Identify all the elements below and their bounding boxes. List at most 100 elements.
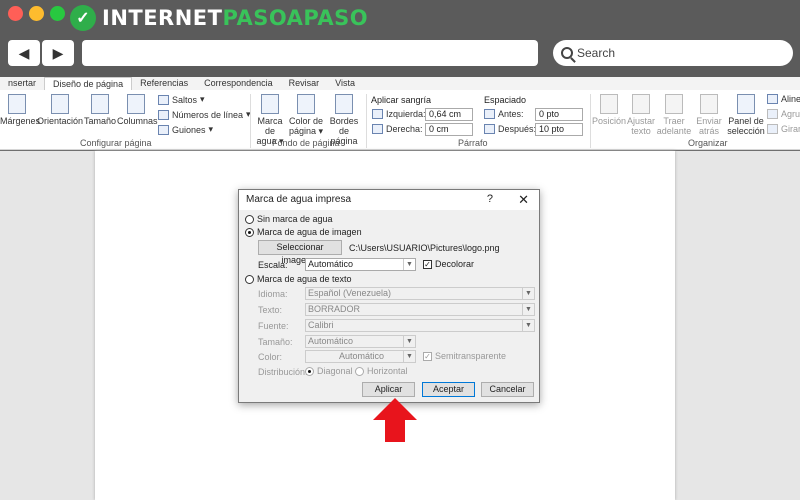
color-pagina-button[interactable]: Color de página ▾ xyxy=(288,94,324,136)
chevron-down-icon: ▼ xyxy=(403,351,415,362)
site-logo[interactable]: ✓ INTERNETPASOAPASO xyxy=(70,4,368,32)
tab-insertar[interactable]: nsertar xyxy=(0,77,44,90)
language-label: Idioma: xyxy=(258,289,288,299)
chevron-down-icon: ▼ xyxy=(403,259,415,270)
decolor-checkbox[interactable]: ✓ Decolorar xyxy=(423,259,474,269)
tab-correspondencia[interactable]: Correspondencia xyxy=(196,77,281,90)
logo-text-right: PASOAPASO xyxy=(222,6,369,30)
tab-vista[interactable]: Vista xyxy=(327,77,363,90)
window-controls xyxy=(8,6,65,21)
search-bar[interactable]: Search xyxy=(553,40,793,66)
indent-right-label: Derecha: xyxy=(372,124,423,134)
browser-toolbar: ✓ INTERNETPASOAPASO ◀ ▶ Search xyxy=(0,0,800,77)
red-arrow-up-icon xyxy=(373,398,417,442)
arrow-left-icon: ◀ xyxy=(18,44,30,61)
maximize-window-button[interactable] xyxy=(50,6,65,21)
language-select[interactable]: Español (Venezuela) ▼ xyxy=(305,287,535,300)
tamano-button[interactable]: Tamaño xyxy=(84,94,116,126)
ribbon-tabs: nsertar Diseño de página Referencias Cor… xyxy=(0,77,800,90)
watermark-icon xyxy=(261,94,279,114)
agrupar-button[interactable]: Agrup xyxy=(767,109,800,119)
group-configurar-pagina: Configurar página xyxy=(80,138,152,148)
scale-select[interactable]: Automático ▼ xyxy=(305,258,416,271)
font-select[interactable]: Calibri ▼ xyxy=(305,319,535,332)
ajustar-texto-button[interactable]: Ajustar texto xyxy=(626,94,656,136)
logo-icon: ✓ xyxy=(70,5,96,31)
page-color-icon xyxy=(297,94,315,114)
ribbon-panel: Márgenes Orientación Tamaño Columnas Sal… xyxy=(0,90,800,150)
indent-left-input[interactable]: 0,64 cm xyxy=(425,108,473,121)
size-icon xyxy=(91,94,109,114)
dialog-title: Marca de agua impresa xyxy=(239,190,539,210)
spacing-after-label: Después: xyxy=(484,124,536,134)
panel-seleccion-button[interactable]: Panel de selección xyxy=(727,94,765,136)
watermark-dialog: Marca de agua impresa ? ✕ Sin marca de a… xyxy=(238,189,540,403)
orientacion-button[interactable]: Orientación xyxy=(37,94,83,126)
alinear-button[interactable]: Aline xyxy=(767,94,800,104)
align-icon xyxy=(767,94,778,104)
spacing-before-input[interactable]: 0 pto xyxy=(535,108,583,121)
traer-adelante-button[interactable]: Traer adelante xyxy=(656,94,692,136)
chevron-down-icon: ▼ xyxy=(522,304,534,315)
group-parrafo: Párrafo xyxy=(458,138,488,148)
tab-diseno-pagina[interactable]: Diseño de página xyxy=(44,77,133,90)
select-image-button[interactable]: Seleccionar imagen... xyxy=(258,240,342,265)
indent-right-icon xyxy=(372,124,383,134)
close-window-button[interactable] xyxy=(8,6,23,21)
accept-button[interactable]: Aceptar xyxy=(422,382,475,397)
text-select[interactable]: BORRADOR ▼ xyxy=(305,303,535,316)
indent-left-icon xyxy=(372,109,383,119)
no-watermark-radio[interactable]: Sin marca de agua xyxy=(245,214,333,224)
girar-button[interactable]: Girar xyxy=(767,124,800,134)
search-placeholder: Search xyxy=(577,46,616,60)
group-fondo-pagina: Fondo de página xyxy=(272,138,340,148)
apply-button[interactable]: Aplicar xyxy=(362,382,415,397)
checkbox-checked-icon: ✓ xyxy=(423,259,432,269)
orientation-icon xyxy=(51,94,69,114)
layout-label: Distribución: xyxy=(258,367,308,377)
image-watermark-radio[interactable]: Marca de agua de imagen xyxy=(245,227,362,237)
horizontal-radio[interactable]: Horizontal xyxy=(355,366,408,376)
espaciado-label: Espaciado xyxy=(484,95,527,105)
margenes-button[interactable]: Márgenes xyxy=(0,94,40,126)
chevron-down-icon: ▼ xyxy=(403,336,415,347)
spacing-after-input[interactable]: 10 pto xyxy=(535,123,583,136)
color-label: Color: xyxy=(258,352,283,362)
minimize-window-button[interactable] xyxy=(29,6,44,21)
enviar-atras-button[interactable]: Enviar atrás xyxy=(694,94,724,136)
columnas-button[interactable]: Columnas xyxy=(117,94,158,126)
numeros-linea-button[interactable]: Números de línea ▾ xyxy=(158,109,251,120)
divider xyxy=(250,94,251,148)
rotate-icon xyxy=(767,124,778,134)
spacing-after-icon xyxy=(484,124,495,134)
size-select[interactable]: Automático ▼ xyxy=(305,335,416,348)
cancel-button[interactable]: Cancelar xyxy=(481,382,534,397)
saltos-button[interactable]: Saltos ▾ xyxy=(158,94,205,105)
guiones-button[interactable]: Guiones ▾ xyxy=(158,124,213,135)
close-icon[interactable]: ✕ xyxy=(518,192,529,208)
help-button[interactable]: ? xyxy=(487,193,493,205)
color-select[interactable]: Automático ▼ xyxy=(305,350,416,363)
radio-checked-icon xyxy=(305,366,314,376)
hyphenation-icon xyxy=(158,124,169,135)
tab-revisar[interactable]: Revisar xyxy=(281,77,328,90)
search-icon xyxy=(561,47,573,59)
selection-pane-icon xyxy=(737,94,755,114)
diagonal-radio[interactable]: Diagonal xyxy=(305,366,353,376)
posicion-button[interactable]: Posición xyxy=(592,94,626,126)
tab-referencias[interactable]: Referencias xyxy=(132,77,196,90)
semitransparent-checkbox[interactable]: ✓ Semitransparente xyxy=(423,351,506,361)
forward-button[interactable]: ▶ xyxy=(42,40,74,66)
arrow-shape xyxy=(373,398,417,442)
checkbox-checked-icon: ✓ xyxy=(423,351,432,361)
address-bar[interactable] xyxy=(82,40,538,66)
indent-right-input[interactable]: 0 cm xyxy=(425,123,473,136)
scale-label: Escala: xyxy=(258,260,288,270)
chevron-down-icon: ▼ xyxy=(522,288,534,299)
text-watermark-radio[interactable]: Marca de agua de texto xyxy=(245,274,352,284)
radio-checked-icon xyxy=(245,227,254,237)
text-label: Texto: xyxy=(258,305,283,315)
back-button[interactable]: ◀ xyxy=(8,40,40,66)
wrap-text-icon xyxy=(632,94,650,114)
radio-icon xyxy=(245,274,254,284)
